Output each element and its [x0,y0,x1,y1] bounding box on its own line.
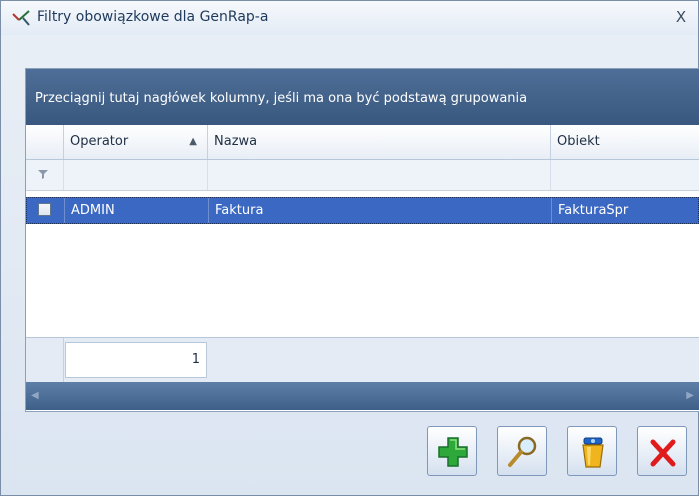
scroll-right-icon[interactable]: ▶ [686,390,694,401]
red-x-icon [650,439,676,467]
filter-cell-obiekt[interactable] [551,160,699,190]
cell-operator[interactable]: ADMIN [65,198,209,223]
column-header-obiekt[interactable]: Obiekt [551,125,699,159]
column-header-row: Operator ▲ Nazwa Obiekt [26,125,699,160]
title-bar[interactable]: Filtry obowiązkowe dla GenRap-a X [1,1,698,35]
column-header-operator[interactable]: Operator ▲ [64,125,208,159]
close-button[interactable] [637,426,687,476]
column-header-obiekt-label: Obiekt [557,134,600,149]
column-header-nazwa-label: Nazwa [214,134,258,149]
grid-footer: 1 [26,337,699,382]
dialog-window: Filtry obowiązkowe dla GenRap-a X Przeci… [0,0,699,496]
trash-icon [582,437,604,468]
add-button[interactable] [427,426,477,476]
cell-nazwa[interactable]: Faktura [209,198,552,223]
column-header-operator-label: Operator [70,134,129,149]
filter-selector-cell [26,160,64,190]
scroll-left-icon[interactable]: ◀ [31,390,39,401]
preview-button[interactable] [497,426,547,476]
row-count-summary: 1 [65,342,207,378]
group-by-panel[interactable]: Przeciągnij tutaj nagłówek kolumny, jeśl… [26,69,699,125]
magnifier-icon [508,436,537,467]
plus-icon [438,437,468,467]
funnel-icon [38,170,48,179]
window-title: Filtry obowiązkowe dla GenRap-a [37,9,269,25]
filter-cell-operator[interactable] [64,160,208,190]
sort-ascending-icon: ▲ [189,136,197,147]
auto-filter-row [26,160,699,191]
delete-button[interactable] [567,426,617,476]
filter-cell-nazwa[interactable] [208,160,551,190]
group-by-hint: Przeciągnij tutaj nagłówek kolumny, jeśl… [35,91,528,106]
header-selector-cell [26,125,64,159]
horizontal-scrollbar[interactable]: ◀ ▶ [26,382,699,410]
footer-selector-cell [26,338,64,382]
filter-app-icon [12,10,30,26]
table-row[interactable]: ADMIN Faktura FakturaSpr [26,197,699,224]
column-header-nazwa[interactable]: Nazwa [208,125,551,159]
row-selector-cell [27,198,65,223]
filters-grid: Przeciągnij tutaj nagłówek kolumny, jeśl… [25,68,699,412]
cell-obiekt[interactable]: FakturaSpr [552,198,698,223]
close-window-button[interactable]: X [670,7,692,27]
row-checkbox[interactable] [38,203,51,216]
